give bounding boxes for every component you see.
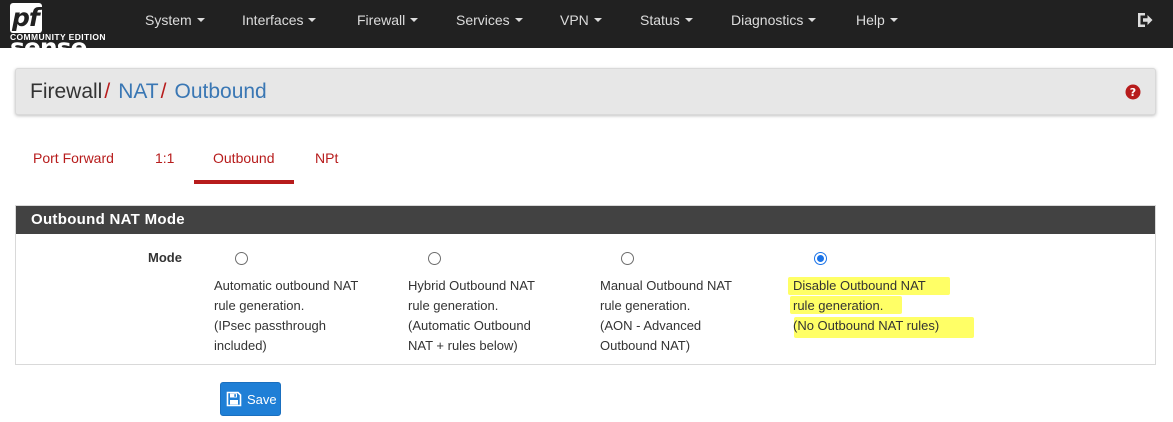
tab-outbound[interactable]: Outbound [213,150,275,166]
nav-menu-system[interactable]: System [145,0,205,48]
caret-down-icon [808,18,817,23]
sign-out-icon[interactable] [1136,11,1154,29]
caret-down-icon [684,18,693,23]
option-manual-label[interactable]: Manual Outbound NAT rule generation. (AO… [600,276,732,356]
logo-edition-text: COMMUNITY EDITION [10,32,106,42]
nav-menu-services[interactable]: Services [456,0,523,48]
breadcrumb-firewall: Firewall [30,80,103,103]
breadcrumb-separator: / [104,80,111,103]
panel-heading: Outbound NAT Mode [16,206,1155,234]
floppy-disk-icon [226,391,242,407]
logo-pf-text: pf [10,3,42,33]
breadcrumb-separator: / [160,80,167,103]
radio-hybrid[interactable] [428,252,441,265]
nav-menu-vpn[interactable]: VPN [560,0,602,48]
nav-menu-firewall[interactable]: Firewall [357,0,419,48]
tab-port-forward[interactable]: Port Forward [33,150,114,166]
panel-title: Outbound NAT Mode [31,211,185,228]
nav-menu-interfaces[interactable]: Interfaces [242,0,317,48]
caret-down-icon [410,18,419,23]
breadcrumb-nat-link[interactable]: NAT [118,80,158,103]
breadcrumb: Firewall/NAT/Outbound [30,79,267,105]
tab-one-to-one[interactable]: 1:1 [155,150,174,166]
nav-menu-diagnostics[interactable]: Diagnostics [731,0,817,48]
save-button-label: Save [247,392,277,407]
caret-down-icon [514,18,523,23]
active-tab-indicator [194,180,294,184]
question-circle-icon[interactable]: ? [1125,84,1141,100]
radio-disable[interactable] [814,252,827,265]
caret-down-icon [308,18,317,23]
outbound-nat-mode-panel: Outbound NAT Mode Mode [15,205,1156,365]
option-hybrid-label[interactable]: Hybrid Outbound NAT rule generation. (Au… [408,276,535,356]
radio-automatic[interactable] [235,252,248,265]
caret-down-icon [593,18,602,23]
svg-text:?: ? [1130,86,1136,99]
caret-down-icon [889,18,898,23]
radio-manual[interactable] [621,252,634,265]
option-disable-label[interactable]: Disable Outbound NAT rule generation. (N… [793,276,939,336]
tab-npt[interactable]: NPt [315,150,338,166]
nav-menu-help[interactable]: Help [856,0,898,48]
top-navbar: pfsense COMMUNITY EDITION System Interfa… [0,0,1173,62]
breadcrumb-panel: Firewall/NAT/Outbound ? [15,68,1156,115]
save-button[interactable]: Save [220,382,281,416]
nav-menu-status[interactable]: Status [640,0,693,48]
pfsense-logo[interactable]: pfsense COMMUNITY EDITION [8,3,118,62]
caret-down-icon [196,18,205,23]
breadcrumb-outbound-link[interactable]: Outbound [174,80,266,103]
option-automatic-label[interactable]: Automatic outbound NAT rule generation. … [214,276,358,356]
mode-label: Mode [148,250,182,265]
